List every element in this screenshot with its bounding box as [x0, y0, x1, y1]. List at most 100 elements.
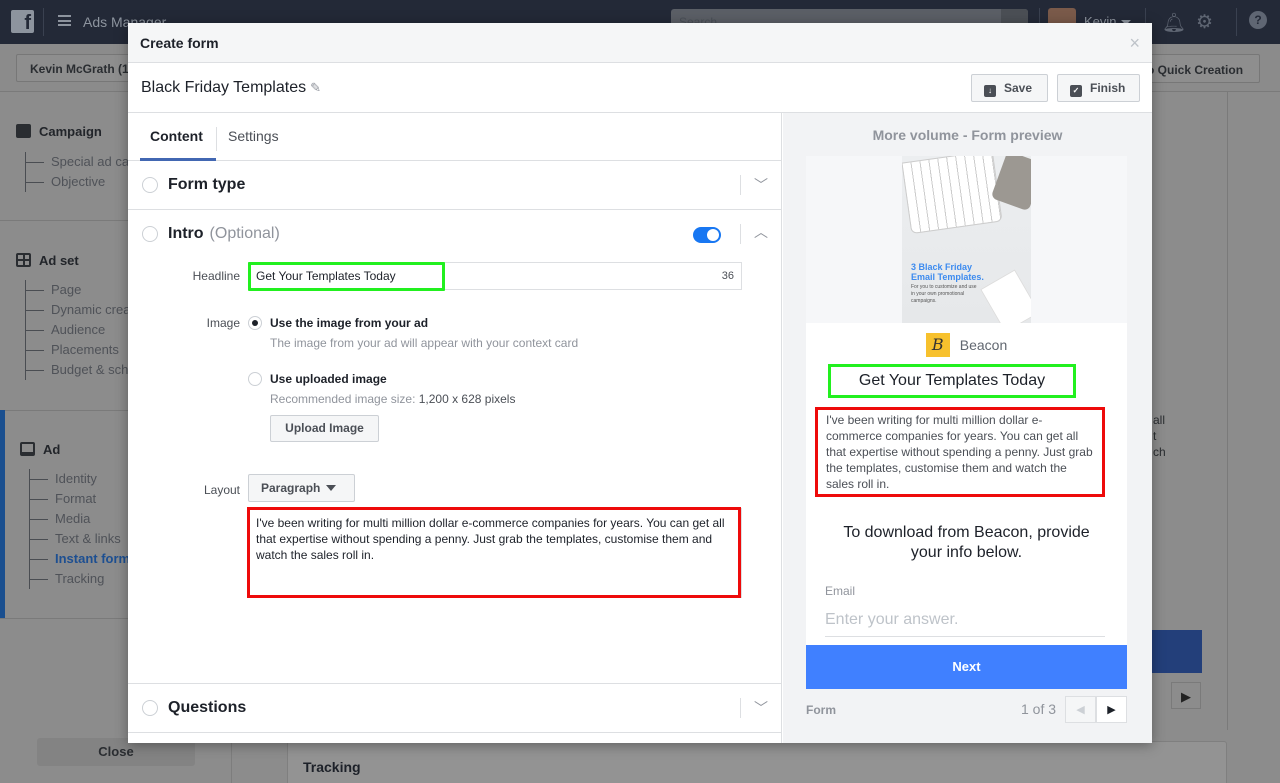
- section-header[interactable]: Form type ﹀: [128, 161, 781, 209]
- brand-name: Beacon: [959, 337, 1008, 353]
- sidebar-section-ad-set[interactable]: Ad set: [16, 253, 79, 268]
- modal-title: Create form: [140, 35, 219, 51]
- tab-settings[interactable]: Settings: [228, 128, 279, 144]
- layout-value: Paragraph: [261, 481, 321, 495]
- optional-label: (Optional): [209, 225, 280, 242]
- divider: [740, 698, 741, 718]
- hero-image: 3 Black Friday Email Templates. For you t…: [902, 156, 1031, 323]
- section-title: Form type: [168, 176, 246, 193]
- account-selector-button[interactable]: Kevin McGrath (1: [16, 54, 146, 82]
- bell-icon[interactable]: 🔔︎: [1162, 11, 1186, 35]
- form-name[interactable]: Black Friday Templates ✎: [141, 79, 321, 97]
- quick-creation-button[interactable]: o Quick Creation: [1140, 54, 1260, 83]
- caret-down-icon: [326, 485, 337, 491]
- background-text: all t ch: [1153, 412, 1166, 460]
- sidebar-item-identity[interactable]: Identity: [30, 469, 130, 489]
- sidebar-section-label: Campaign: [39, 124, 102, 139]
- tab-bar: Content Settings: [128, 113, 781, 161]
- hero-subtext: For you to customize and use in your own…: [911, 284, 977, 304]
- status-circle-icon: [142, 700, 158, 716]
- divider: [1236, 8, 1237, 36]
- prev-page-icon[interactable]: ◀: [1065, 696, 1096, 723]
- help-icon[interactable]: ?: [1249, 11, 1267, 29]
- ad-tree: Identity Format Media Text & links Insta…: [29, 469, 130, 589]
- form-editor: Content Settings Form type ﹀ Intro (Optio…: [128, 113, 782, 743]
- option-use-uploaded-image[interactable]: Use uploaded image: [270, 372, 387, 386]
- sidebar-item-objective[interactable]: Objective: [26, 172, 133, 192]
- campaign-tree: Special ad cat Objective: [25, 152, 133, 192]
- hero-headline-line: Email Templates.: [911, 272, 984, 282]
- section-header[interactable]: Privacy Policy ﹀: [128, 733, 781, 743]
- pencil-icon[interactable]: ✎: [310, 80, 321, 96]
- background-text-line: ch: [1153, 445, 1166, 459]
- menu-icon[interactable]: [58, 15, 71, 26]
- section-header[interactable]: Questions ﹀: [128, 684, 781, 732]
- radio-use-ad-image[interactable]: [248, 316, 262, 330]
- close-icon[interactable]: ×: [1129, 33, 1140, 54]
- tracking-card: Tracking: [287, 741, 1227, 783]
- sidebar-item-dynamic-creative[interactable]: Dynamic creat: [26, 300, 136, 320]
- image-label: Image: [206, 316, 240, 330]
- intro-toggle[interactable]: [693, 227, 721, 243]
- sidebar-item-special-ad-category[interactable]: Special ad cat: [26, 152, 133, 172]
- sidebar-item-page[interactable]: Page: [26, 280, 136, 300]
- ad-set-grid-icon: [16, 253, 31, 267]
- sidebar-item-instant-form[interactable]: Instant form: [30, 549, 130, 569]
- character-count: 36: [721, 270, 734, 282]
- sidebar-item-audience[interactable]: Audience: [26, 320, 136, 340]
- divider: [43, 8, 44, 36]
- status-circle-icon: [142, 226, 158, 242]
- campaign-folder-icon: [16, 124, 31, 138]
- facebook-logo-icon[interactable]: f: [11, 10, 34, 34]
- hero-headline-line: 3 Black Friday: [911, 262, 973, 272]
- intro-label: Intro: [168, 225, 204, 242]
- option-description: Recommended image size: 1,200 x 628 pixe…: [270, 392, 515, 406]
- sidebar-section-label: Ad: [43, 442, 61, 457]
- modal-header: Create form ×: [128, 23, 1152, 63]
- radio-use-uploaded-image[interactable]: [248, 372, 262, 386]
- sidebar-item-tracking[interactable]: Tracking: [30, 569, 130, 589]
- preview-next-button[interactable]: Next: [806, 645, 1127, 689]
- divider: [740, 175, 741, 195]
- active-section-indicator: [0, 410, 5, 618]
- save-button[interactable]: ↓ Save: [971, 74, 1048, 102]
- background-text-line: t: [1153, 429, 1157, 443]
- chevron-down-icon[interactable]: ﹀: [754, 698, 768, 718]
- next-page-icon[interactable]: ▶: [1096, 696, 1127, 723]
- finish-label: Finish: [1090, 81, 1126, 95]
- save-icon: ↓: [984, 85, 996, 97]
- background-next-arrow-icon: ▶: [1171, 682, 1201, 709]
- sidebar-item-format[interactable]: Format: [30, 489, 130, 509]
- save-label: Save: [1004, 81, 1033, 95]
- headline-label: Headline: [192, 269, 240, 283]
- upload-image-button[interactable]: Upload Image: [270, 415, 379, 442]
- brand-row: B Beacon: [806, 333, 1127, 357]
- sidebar-item-media[interactable]: Media: [30, 509, 130, 529]
- sidebar-section-campaign[interactable]: Campaign: [16, 124, 102, 139]
- section-header[interactable]: Intro (Optional) ︿: [128, 210, 781, 258]
- brand-logo: B: [925, 333, 950, 357]
- divider: [740, 224, 741, 244]
- size-value: 1,200 x 628 pixels: [418, 392, 516, 406]
- tab-content[interactable]: Content: [150, 128, 203, 144]
- preview-body: I've been writing for multi million doll…: [815, 407, 1105, 497]
- sidebar-item-placements[interactable]: Placements: [26, 340, 136, 360]
- ad-icon: [20, 442, 35, 456]
- tracking-title: Tracking: [303, 759, 361, 775]
- sidebar-section-ad[interactable]: Ad: [20, 442, 60, 457]
- hero-image-area: 3 Black Friday Email Templates. For you t…: [806, 156, 1127, 323]
- headline-highlight: [248, 262, 445, 291]
- finish-button[interactable]: ✓ Finish: [1057, 74, 1140, 102]
- status-circle-icon: [142, 177, 158, 193]
- layout-dropdown[interactable]: Paragraph: [248, 474, 355, 502]
- chevron-up-icon[interactable]: ︿: [754, 222, 768, 242]
- background-text-line: all: [1153, 413, 1166, 427]
- chevron-down-icon[interactable]: ﹀: [754, 175, 768, 195]
- option-use-ad-image[interactable]: Use the image from your ad: [270, 316, 428, 330]
- sidebar-item-text-links[interactable]: Text & links: [30, 529, 130, 549]
- preview-headline: Get Your Templates Today: [828, 364, 1076, 398]
- form-title-bar: Black Friday Templates ✎ ↓ Save ✓ Finish: [128, 63, 1152, 113]
- sidebar-item-budget-schedule[interactable]: Budget & sche: [26, 360, 136, 380]
- gear-icon[interactable]: ⚙: [1196, 11, 1213, 34]
- ad-set-tree: Page Dynamic creat Audience Placements B…: [25, 280, 136, 380]
